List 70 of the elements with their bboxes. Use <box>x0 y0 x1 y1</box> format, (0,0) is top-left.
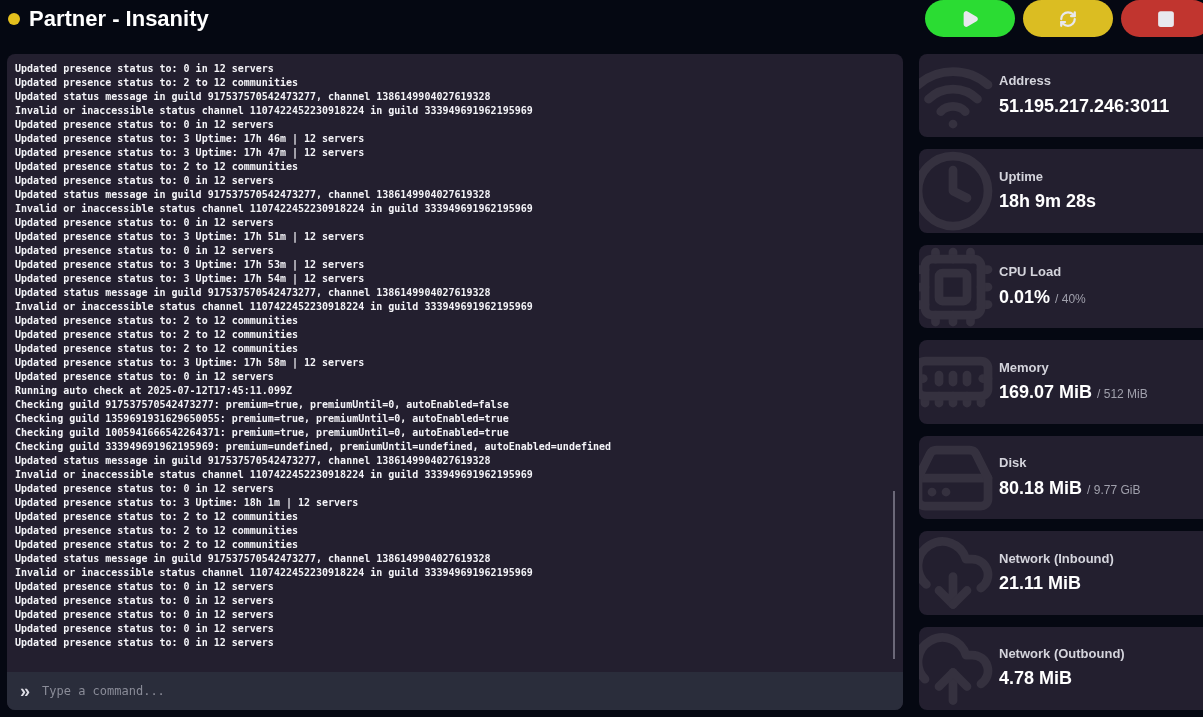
command-bar[interactable]: » Type a command... <box>7 672 903 710</box>
console-line: Updated presence status to: 3 Uptime: 17h 47m | 12 servers <box>15 146 365 160</box>
console-line: Updated presence status to: 0 in 12 servers <box>15 62 274 76</box>
stat-value: 80.18 MiB <box>999 476 1083 500</box>
console-line: Updated presence status to: 0 in 12 servers <box>15 174 274 188</box>
console-line: Updated presence status to: 0 in 12 servers <box>15 636 274 650</box>
stat-label: CPU Load <box>999 263 1063 282</box>
console-line: Updated presence status to: 3 Uptime: 17h 46m | 12 servers <box>15 132 365 146</box>
console-line: Invalid or inaccessible status channel 1107422452230918224 in guild 333949691962195969 <box>15 202 533 216</box>
console-line: Updated presence status to: 2 to 12 communities <box>15 76 298 90</box>
console-line: Updated presence status to: 2 to 12 communities <box>15 314 298 328</box>
console-line: Updated presence status to: 3 Uptime: 17h 58m | 12 servers <box>15 356 365 370</box>
stop-icon <box>1157 9 1175 28</box>
stat-label: Address <box>999 72 1053 91</box>
console-line: Updated presence status to: 2 to 12 communities <box>15 538 298 552</box>
stat-limit: / 9.77 GiB <box>1087 481 1141 499</box>
stat-label: Disk <box>999 454 1028 473</box>
clock-icon <box>919 149 995 233</box>
console-line: Updated presence status to: 0 in 12 servers <box>15 608 274 622</box>
stat-label: Uptime <box>999 167 1045 186</box>
console-line: Updated presence status to: 0 in 12 servers <box>15 594 274 608</box>
console-line: Checking guild 1359691931629650055: premium=true, premiumUntil=0, autoEnabled=true <box>15 412 509 426</box>
console-line: Updated presence status to: 3 Uptime: 17h 51m | 12 servers <box>15 230 365 244</box>
console-line: Invalid or inaccessible status channel 1107422452230918224 in guild 333949691962195969 <box>15 104 533 118</box>
restart-button[interactable] <box>1023 0 1113 37</box>
play-icon <box>961 9 979 28</box>
stat-value: 21.11 MiB <box>999 572 1082 596</box>
stat-label: Network (Inbound) <box>999 549 1114 568</box>
start-button[interactable] <box>925 0 1015 37</box>
console-line: Updated presence status to: 2 to 12 communities <box>15 160 298 174</box>
stat-value: 0.01% <box>999 285 1051 309</box>
console-line: Updated status message in guild 917537570542473277, channel 1386149904027619328 <box>15 188 491 202</box>
console-line: Updated presence status to: 2 to 12 communities <box>15 342 298 356</box>
stop-button[interactable] <box>1121 0 1203 37</box>
stat-label: Network (Outbound) <box>999 645 1125 663</box>
stat-value: 4.78 MiB <box>999 667 1073 691</box>
console-line: Updated presence status to: 0 in 12 servers <box>15 482 274 496</box>
console-line: Invalid or inaccessible status channel 1107422452230918224 in guild 333949691962195969 <box>15 300 533 314</box>
stat-limit: / 512 MiB <box>1097 386 1148 404</box>
stat-value: 51.195.217.246:3011 <box>999 94 1170 118</box>
stat-value: 169.07 MiB <box>999 381 1093 405</box>
console-line: Updated presence status to: 0 in 12 servers <box>15 580 274 594</box>
console-line: Updated status message in guild 917537570542473277, channel 1386149904027619328 <box>15 552 491 566</box>
server-title: Partner - Insanity <box>29 5 209 33</box>
console-line: Updated presence status to: 3 Uptime: 17h 53m | 12 servers <box>15 258 365 272</box>
console-line: Updated presence status to: 0 in 12 servers <box>15 244 274 258</box>
console-line: Checking guild 333949691962195969: premium=undefined, premiumUntil=undefined, autoEnabled=undefined <box>15 440 612 454</box>
prompt-chevron: » <box>20 682 30 700</box>
console-line: Updated status message in guild 917537570542473277, channel 1386149904027619328 <box>15 454 491 468</box>
console-line: Invalid or inaccessible status channel 1107422452230918224 in guild 333949691962195969 <box>15 468 533 482</box>
refresh-icon <box>1059 9 1077 28</box>
console-line: Running auto check at 2025-07-12T17:45:11.099Z <box>15 384 292 398</box>
console-line: Updated status message in guild 917537570542473277, channel 1386149904027619328 <box>15 286 491 300</box>
console-line: Updated presence status to: 0 in 12 servers <box>15 370 274 384</box>
console-line: Updated status message in guild 917537570542473277, channel 1386149904027619328 <box>15 90 491 104</box>
command-field[interactable]: Type a command... <box>42 682 903 700</box>
console-line: Updated presence status to: 2 to 12 communities <box>15 524 298 538</box>
stat-value: 18h 9m 28s <box>999 190 1097 214</box>
console-line: Invalid or inaccessible status channel 1107422452230918224 in guild 333949691962195969 <box>15 566 533 580</box>
console-line: Updated presence status to: 3 Uptime: 17h 54m | 12 servers <box>15 272 365 286</box>
console-line: Updated presence status to: 0 in 12 servers <box>15 622 274 636</box>
console-line: Checking guild 1005941666542264371: premium=true, premiumUntil=0, autoEnabled=true <box>15 426 509 440</box>
stat-label: Memory <box>999 358 1050 377</box>
console-line: Checking guild 917537570542473277: premium=true, premiumUntil=0, autoEnabled=false <box>15 398 509 412</box>
console-line: Updated presence status to: 3 Uptime: 18h 1m | 12 servers <box>15 496 359 510</box>
stat-limit: / 40% <box>1055 290 1086 308</box>
console-line: Updated presence status to: 2 to 12 communities <box>15 328 298 342</box>
console-line: Updated presence status to: 0 in 12 servers <box>15 216 274 230</box>
console-line: Updated presence status to: 0 in 12 servers <box>15 118 274 132</box>
console-line: Updated presence status to: 2 to 12 communities <box>15 510 298 524</box>
